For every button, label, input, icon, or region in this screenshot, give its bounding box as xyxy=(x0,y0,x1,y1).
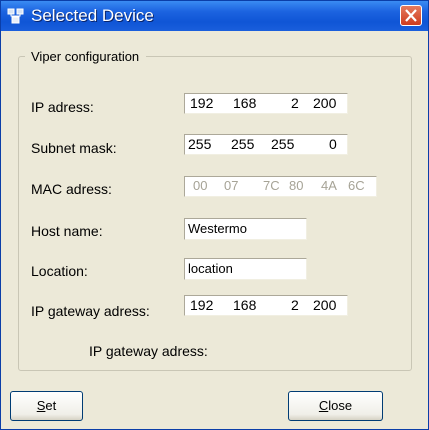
ip-octet-4: 200 xyxy=(313,95,337,111)
ip-gateway-info-label: IP gateway adress: xyxy=(89,343,208,359)
ip-address-label: IP adress: xyxy=(31,99,94,115)
mac-byte-3: 7C xyxy=(263,178,280,193)
location-input[interactable]: location xyxy=(184,258,307,280)
gateway-octet-3: 2 xyxy=(291,297,299,313)
set-label-rest: et xyxy=(45,398,57,413)
group-legend: Viper configuration xyxy=(25,49,147,64)
subnet-octet-4: 0 xyxy=(329,136,337,152)
window-title: Selected Device xyxy=(31,6,154,25)
title-bar[interactable]: Selected Device xyxy=(1,1,428,31)
ip-octet-2: 168 xyxy=(233,95,257,111)
ip-octet-3: 2 xyxy=(291,95,299,111)
close-window-button[interactable] xyxy=(400,5,422,26)
selected-device-dialog: Selected Device Viper configuration IP a… xyxy=(0,0,429,430)
close-icon xyxy=(405,9,417,22)
close-label-rest: lose xyxy=(328,398,353,413)
subnet-mask-label: Subnet mask: xyxy=(31,140,117,156)
mac-byte-5: 4A xyxy=(321,178,337,193)
subnet-octet-1: 255 xyxy=(188,136,212,152)
close-button[interactable]: Close xyxy=(288,391,383,421)
mac-address-label: MAC adress: xyxy=(31,181,112,197)
subnet-octet-2: 255 xyxy=(231,136,255,152)
mac-byte-1: 00 xyxy=(193,178,208,193)
host-name-label: Host name: xyxy=(31,223,103,239)
gateway-octet-1: 192 xyxy=(190,297,214,313)
set-button[interactable]: Set xyxy=(10,391,83,421)
gateway-octet-2: 168 xyxy=(233,297,257,313)
mac-byte-4: 80 xyxy=(289,178,304,193)
ip-octet-1: 192 xyxy=(190,95,214,111)
subnet-octet-3: 255 xyxy=(271,136,295,152)
host-name-input[interactable]: Westermo xyxy=(184,218,307,240)
ip-address-input[interactable]: 192 168 2 200 xyxy=(184,93,348,114)
gateway-octet-4: 200 xyxy=(313,297,337,313)
ip-gateway-input[interactable]: 192 168 2 200 xyxy=(184,295,348,316)
mac-byte-6: 6C xyxy=(348,178,365,193)
mac-byte-2: 07 xyxy=(224,178,239,193)
location-label: Location: xyxy=(31,263,88,279)
ip-gateway-label: IP gateway adress: xyxy=(31,303,150,319)
subnet-mask-input[interactable]: 255 255 255 0 xyxy=(184,134,348,155)
close-accel: C xyxy=(318,398,329,413)
network-device-icon xyxy=(7,8,24,24)
mac-address-field: 00 07 7C 80 4A 6C xyxy=(184,176,377,197)
